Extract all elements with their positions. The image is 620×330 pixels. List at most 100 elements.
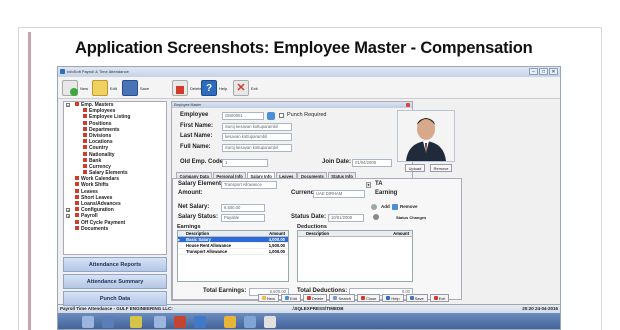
full-name-field[interactable]: Suroj kesavan kottuparambil: [222, 144, 292, 152]
punch-required-checkbox[interactable]: [279, 113, 284, 118]
tree-item-label: Work Shifts: [81, 182, 109, 189]
search-action-button[interactable]: Search: [329, 294, 356, 302]
employee-portrait: [398, 111, 454, 161]
node-icon: [75, 188, 79, 193]
earnings-col-amount: Amount: [269, 231, 285, 236]
table-row[interactable]: Transport Allowance 1,000.00: [178, 249, 288, 255]
old-emp-code-field[interactable]: 1: [222, 159, 268, 167]
taskbar-app-icon[interactable]: [102, 316, 114, 328]
form-close-icon[interactable]: [406, 103, 410, 107]
navigation-tree: − Emp. Masters Employees Employee Listing Po…: [63, 101, 167, 255]
old-emp-code-label: Old Emp. Code:: [180, 159, 225, 165]
window-controls: – □ ✕: [529, 68, 558, 75]
new-icon: [262, 296, 266, 300]
taskbar-app-icon[interactable]: [224, 316, 236, 328]
node-icon: [83, 132, 87, 137]
expand-toggle-icon[interactable]: +: [66, 208, 70, 213]
node-icon: [83, 126, 87, 131]
attendance-summary-button[interactable]: Attendance Summary: [63, 274, 167, 289]
taskbar-app-icon[interactable]: [174, 316, 186, 328]
delete-action-button[interactable]: Delete: [302, 294, 328, 302]
status-date-label: Status Date:: [291, 214, 327, 220]
tree-item-label: Work Calendars: [81, 176, 119, 183]
salary-element-dropdown-icon[interactable]: ▾: [366, 182, 371, 188]
first-name-label: First Name:: [180, 123, 214, 129]
edit-button[interactable]: Edit: [92, 79, 117, 97]
employee-code-field[interactable]: GB00001: [222, 112, 264, 120]
tree-item-label: Nationality: [89, 151, 115, 158]
action-label: Close: [366, 295, 377, 301]
remove-icon[interactable]: [392, 204, 398, 210]
close-icon: [361, 296, 366, 300]
earnings-table: Description Amount ▸ Basic Salary 4,000.…: [177, 230, 289, 282]
taskbar-app-icon[interactable]: [82, 316, 94, 328]
node-icon: [75, 201, 79, 205]
edit-action-button[interactable]: Edit: [281, 294, 301, 302]
total-earnings-label: Total Earnings:: [203, 288, 247, 294]
taskbar-app-icon[interactable]: [130, 316, 142, 328]
join-date-field[interactable]: 01/04/2008: [352, 159, 392, 167]
deductions-header: Description Amount: [298, 231, 412, 237]
new-button[interactable]: New: [62, 79, 88, 97]
status-date-field[interactable]: 10/01/2008: [328, 214, 364, 222]
delete-button[interactable]: Delete: [172, 79, 202, 97]
taskbar-app-icon[interactable]: [154, 316, 166, 328]
app-window: InfoSoft Payroll & Time Attendance – □ ✕…: [57, 66, 561, 330]
net-salary-field[interactable]: 6,500.00: [221, 204, 265, 212]
expand-toggle-icon[interactable]: +: [66, 214, 70, 219]
help-button[interactable]: ? Help: [201, 79, 227, 97]
salary-status-select[interactable]: Payable: [221, 214, 265, 222]
earning-type: Earning: [375, 190, 398, 196]
salary-info-panel: Salary Element: Transport Allowance ▾ TA…: [172, 178, 462, 300]
taskbar-app-icon[interactable]: [264, 316, 276, 328]
action-label: Delete: [311, 295, 324, 301]
earnings-col-description: Description: [186, 231, 210, 236]
salary-element-select[interactable]: Transport Allowance: [221, 181, 277, 189]
taskbar-app-icon[interactable]: [244, 316, 256, 328]
save-action-button[interactable]: Save: [405, 294, 428, 302]
slide: Application Screenshots: Employee Master…: [0, 0, 620, 330]
maximize-button[interactable]: □: [539, 68, 548, 75]
upload-photo-button[interactable]: Upload: [405, 164, 425, 172]
tree-item-label: Divisions: [89, 132, 112, 139]
taskbar: [58, 313, 560, 329]
tree-item-label: Documents: [81, 225, 109, 232]
status-changes-button[interactable]: Status Changes: [396, 215, 426, 220]
add-button[interactable]: Add: [381, 204, 390, 209]
attendance-reports-button[interactable]: Attendance Reports: [63, 257, 167, 272]
exit-button[interactable]: ✕ Exit: [233, 79, 258, 97]
currency-select[interactable]: UAE DIRHAM: [313, 190, 365, 198]
save-button[interactable]: Save: [122, 79, 149, 97]
tree-item-label: Locations: [89, 139, 113, 146]
punch-data-button[interactable]: Punch Data: [63, 291, 167, 306]
help-action-button[interactable]: Help: [382, 294, 404, 302]
close-window-button[interactable]: ✕: [549, 68, 558, 75]
tree-item-label: Emp. Masters: [81, 102, 114, 108]
edit-icon: [285, 296, 290, 300]
taskbar-app-icon[interactable]: [194, 316, 206, 328]
node-icon: [83, 157, 87, 162]
add-icon[interactable]: [371, 204, 377, 210]
amount-label: Amount:: [178, 190, 203, 196]
deductions-col-description: Description: [306, 231, 330, 236]
remove-photo-button[interactable]: Remove: [430, 164, 452, 172]
minimize-button[interactable]: –: [529, 68, 538, 75]
exit-action-button[interactable]: Exit: [429, 294, 450, 302]
action-label: Search: [338, 295, 352, 301]
new-action-button[interactable]: New: [258, 294, 280, 302]
node-icon: [75, 213, 79, 218]
search-icon[interactable]: [267, 112, 275, 120]
action-label: Exit: [438, 295, 446, 301]
action-label: Help: [391, 295, 400, 301]
tree-item-label: Payroll: [81, 213, 98, 220]
expand-toggle-icon[interactable]: −: [66, 103, 70, 108]
node-icon: [83, 120, 87, 125]
close-action-button[interactable]: Close: [357, 294, 381, 302]
first-name-field[interactable]: Suroj kesavan kottuparambil: [222, 123, 292, 131]
status-changes-icon[interactable]: [373, 214, 379, 220]
tree-item-label: Currency: [89, 163, 111, 170]
last-name-field[interactable]: kesavan kottuparambil: [222, 133, 292, 141]
remove-button[interactable]: Remove: [400, 204, 418, 209]
tree-item[interactable]: Documents: [64, 225, 166, 232]
tree-item-label: Positions: [89, 120, 112, 127]
